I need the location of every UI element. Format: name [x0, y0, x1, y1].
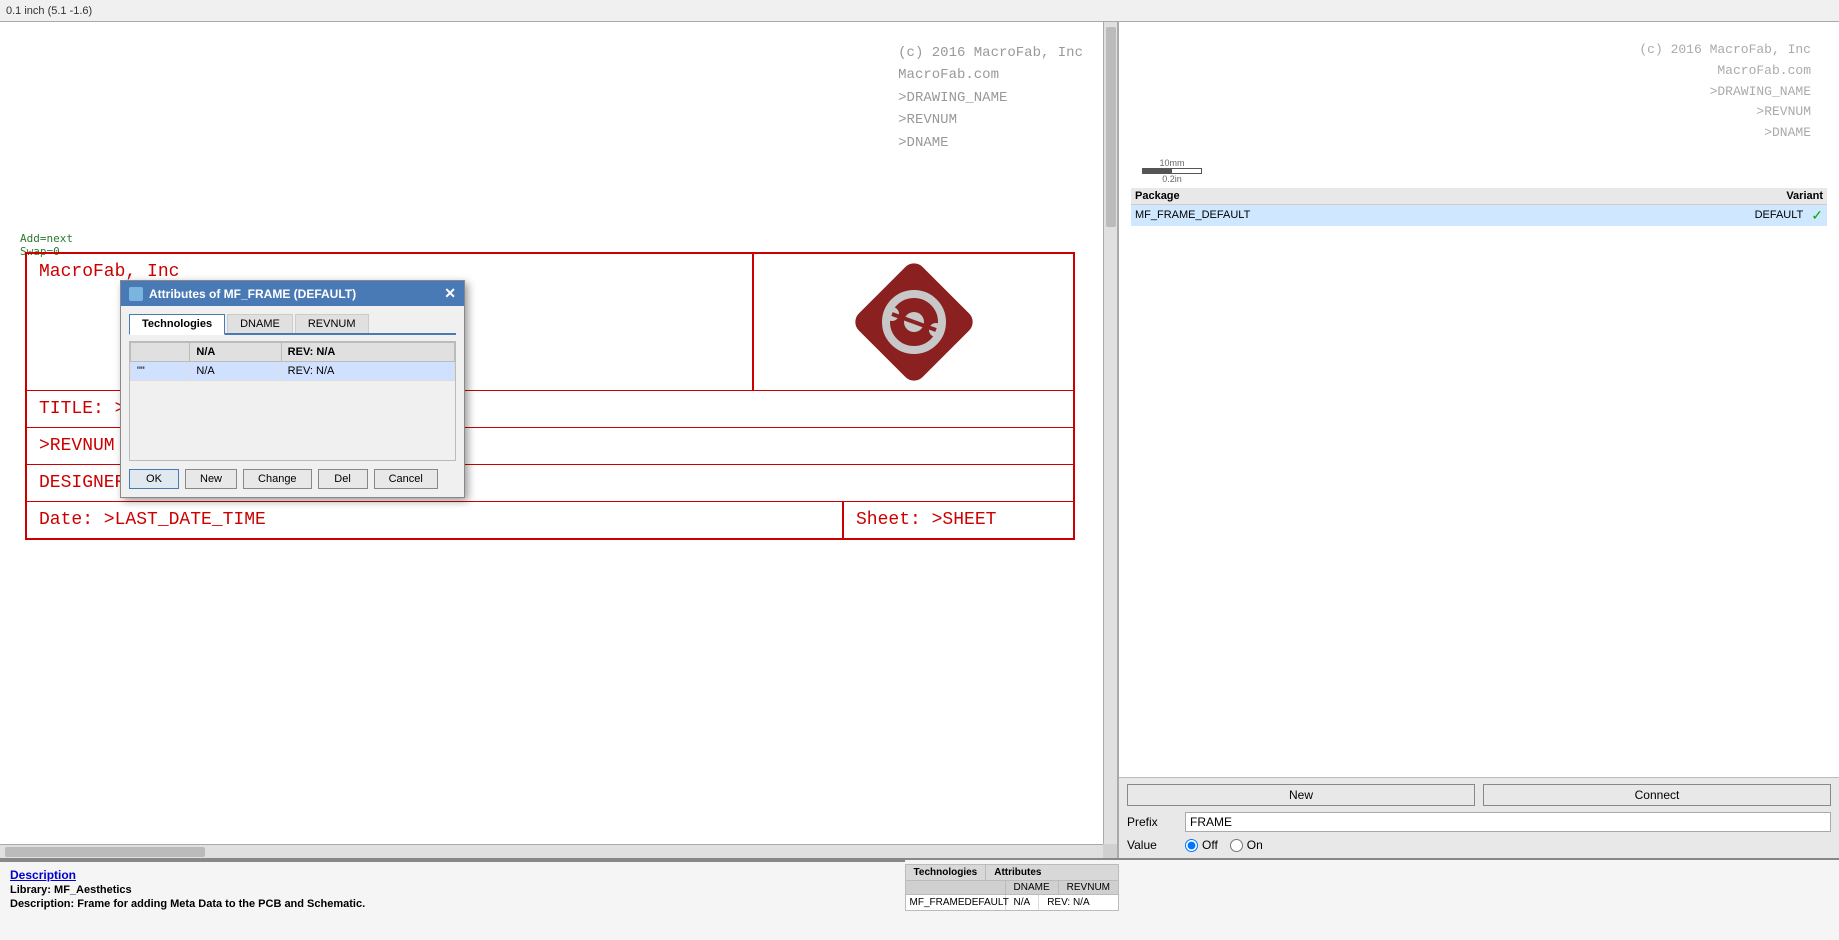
scroll-horizontal[interactable]: [0, 844, 1107, 858]
brt-col0: MF_FRAMEDEFAULT: [906, 895, 1006, 910]
off-label: Off: [1202, 838, 1218, 852]
on-option[interactable]: On: [1230, 838, 1263, 852]
off-option[interactable]: Off: [1185, 838, 1218, 852]
macrofab-logo: [854, 262, 974, 382]
pkg-table-header: Package Variant: [1131, 188, 1827, 205]
value-radio-group: Off On: [1185, 838, 1831, 852]
right-watermark: (c) 2016 MacroFab, Inc MacroFab.com >DRA…: [1127, 30, 1831, 154]
brt-subh-1: DNAME: [1006, 881, 1059, 894]
logo-cell: [753, 254, 1073, 390]
pkg-variant: DEFAULT: [1755, 209, 1804, 221]
bottom-right-table-area: Technologies Attributes DNAME REVNUM MF_…: [905, 864, 1119, 911]
scroll-vertical[interactable]: [1103, 22, 1117, 844]
new-button[interactable]: New: [1127, 784, 1475, 806]
coord-display: 0.1 inch (5.1 -1.6): [6, 5, 92, 17]
check-icon: ✓: [1811, 207, 1823, 224]
scroll-h-thumb[interactable]: [5, 847, 205, 857]
connect-button[interactable]: Connect: [1483, 784, 1831, 806]
scale-ruler-area: 10mm 0.2in: [1127, 154, 1831, 184]
watermark-text: (c) 2016 MacroFab, Inc MacroFab.com >DRA…: [898, 42, 1083, 154]
on-radio[interactable]: [1230, 839, 1243, 852]
package-table-area: Package Variant MF_FRAME_DEFAULT DEFAULT…: [1127, 184, 1831, 226]
scroll-corner: [1103, 844, 1117, 858]
pkg-table-row[interactable]: MF_FRAME_DEFAULT DEFAULT ✓: [1131, 205, 1827, 226]
date-cell: Date: >LAST_DATE_TIME: [27, 502, 843, 538]
library-info: Library: MF_Aesthetics: [10, 884, 895, 896]
new-connect-row: New Connect: [1127, 784, 1831, 806]
scale-mm-label: 10mm: [1159, 158, 1184, 168]
right-footer: New Connect Prefix Value Off On: [1119, 777, 1839, 858]
brt-attr-header: Attributes: [986, 865, 1049, 880]
pkg-col1: Package: [1135, 190, 1786, 202]
value-label: Value: [1127, 838, 1177, 852]
component-info-area: (c) 2016 MacroFab, Inc MacroFab.com >DRA…: [1119, 22, 1839, 777]
scroll-v-thumb[interactable]: [1106, 27, 1116, 227]
prefix-input[interactable]: [1185, 812, 1831, 832]
brt-header-row: Technologies Attributes: [906, 865, 1118, 881]
pkg-col2: Variant: [1786, 190, 1823, 202]
right-panel: (c) 2016 MacroFab, Inc MacroFab.com >DRA…: [1119, 22, 1839, 858]
brt-subh-2: REVNUM: [1059, 881, 1118, 894]
bottom-description-panel: Description Library: MF_Aesthetics Descr…: [0, 860, 905, 940]
on-label: On: [1247, 838, 1263, 852]
sheet-cell: Sheet: >SHEET: [843, 502, 1073, 538]
desc-value: Frame for adding Meta Data to the PCB an…: [77, 898, 365, 910]
prefix-row: Prefix: [1127, 812, 1831, 832]
value-row: Value Off On: [1127, 838, 1831, 852]
description-info: Description: Frame for adding Meta Data …: [10, 898, 895, 910]
description-link[interactable]: Description: [10, 868, 895, 882]
prefix-label: Prefix: [1127, 815, 1177, 829]
library-label: Library:: [10, 884, 51, 896]
brt-tech-header: Technologies: [906, 865, 987, 880]
brt-col1: N/A: [1006, 895, 1040, 910]
brt-data-row[interactable]: MF_FRAMEDEFAULT N/A REV: N/A: [906, 895, 1118, 910]
desc-label: Description:: [10, 898, 74, 910]
scale-in-label: 0.2in: [1162, 174, 1182, 184]
brt-subh-0: [906, 881, 1006, 894]
off-radio[interactable]: [1185, 839, 1198, 852]
brt-col2: REV: N/A: [1039, 895, 1097, 910]
pkg-package: MF_FRAME_DEFAULT: [1135, 209, 1755, 221]
brt-subheader-row: DNAME REVNUM: [906, 881, 1118, 895]
coord-bar: 0.1 inch (5.1 -1.6): [0, 0, 1839, 22]
library-value: MF_Aesthetics: [54, 884, 132, 896]
